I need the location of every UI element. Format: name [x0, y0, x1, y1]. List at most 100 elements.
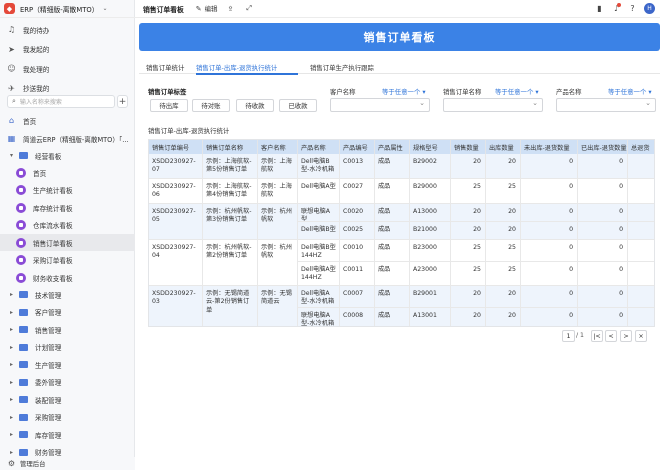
- table-cell: 0: [521, 286, 578, 308]
- dashboard-icon: [16, 167, 26, 178]
- filter-product-condition[interactable]: 等于任意一个 ▾: [608, 87, 652, 96]
- sidebar-item-board[interactable]: 库存统计看板: [0, 199, 135, 216]
- sidebar-item-folder[interactable]: ▸ 技术管理: [0, 286, 135, 303]
- sidebar-item-folder[interactable]: ▸ 生产管理: [0, 356, 135, 373]
- column-header[interactable]: 销售订单名称: [203, 140, 258, 154]
- sidebar-item-board[interactable]: 销售订单看板: [0, 234, 135, 251]
- fullscreen-button[interactable]: ⤢: [246, 4, 255, 13]
- table-cell: 示例：上海航软-第4份销售订单: [203, 179, 258, 204]
- chevron-right-icon: ▸: [10, 326, 14, 333]
- app-header[interactable]: ◆ ERP（精细版-离散MTO） ⌄: [0, 0, 135, 18]
- table-cell: C0008: [340, 308, 375, 326]
- book-icon[interactable]: ▮: [594, 3, 605, 14]
- sidebar-item-board[interactable]: 生产统计看板: [0, 182, 135, 199]
- column-header[interactable]: 未出库-退货数量: [521, 140, 578, 154]
- filter-customer-condition[interactable]: 等于任意一个 ▾: [382, 87, 426, 96]
- table-cell: 示例：上海航软-第5份销售订单: [203, 154, 258, 179]
- table-cell: 25: [451, 240, 486, 262]
- filter-order-label: 销售订单名称: [443, 88, 482, 96]
- sidebar-item-personal[interactable]: ☺ 我处理的: [0, 60, 135, 77]
- chevron-right-icon: ▸: [10, 378, 14, 386]
- tab-sales-stats[interactable]: 销售订单统计: [146, 63, 184, 72]
- close-button[interactable]: ×: [635, 330, 647, 342]
- sidebar-item-folder[interactable]: ▸ 计划管理: [0, 339, 135, 356]
- filter-paid-button[interactable]: 已收款: [279, 99, 317, 112]
- table-cell: [628, 286, 654, 308]
- sidebar-item-home[interactable]: ⌂ 首页: [0, 112, 135, 129]
- sidebar-item-board[interactable]: 首页: [0, 164, 135, 181]
- page-total: / 1: [576, 332, 584, 339]
- table-cell: 示例：上海航软: [258, 179, 298, 204]
- filter-customer-select[interactable]: [330, 98, 430, 112]
- first-page-button[interactable]: |<: [591, 330, 603, 342]
- table-cell: 20: [486, 154, 521, 179]
- sidebar-item-folder[interactable]: ▸ 采购管理: [0, 409, 135, 426]
- filter-order-select[interactable]: [443, 98, 543, 112]
- filter-pending-payment-button[interactable]: 待收款: [236, 99, 274, 112]
- share-button[interactable]: ⇪: [227, 5, 236, 13]
- add-button[interactable]: +: [117, 95, 128, 108]
- sidebar-item-board[interactable]: 采购订单看板: [0, 252, 135, 269]
- table-cell: A13001: [410, 308, 451, 326]
- column-header[interactable]: 出库数量: [486, 140, 521, 154]
- sidebar-item-personal[interactable]: ✈ 抄送我的: [0, 80, 135, 97]
- filter-pending-reconcile-button[interactable]: 待对账: [192, 99, 230, 112]
- sidebar-item-group[interactable]: ▾ 经营看板: [0, 147, 135, 164]
- column-header[interactable]: 产品编号: [340, 140, 375, 154]
- bell-icon: ♫: [7, 25, 16, 34]
- table-cell: 成品: [375, 262, 410, 286]
- sidebar-item-board[interactable]: 仓库流水看板: [0, 217, 135, 234]
- table-cell: 25: [486, 262, 521, 286]
- table-cell: Dell电脑B型: [298, 222, 340, 240]
- table-cell: C0025: [340, 222, 375, 240]
- sidebar-item-personal[interactable]: ♫ 我的待办: [0, 21, 135, 38]
- help-icon[interactable]: ?: [627, 3, 638, 14]
- tab-outbound-return-stats[interactable]: 销售订单-出库-退货执行统计: [196, 63, 277, 72]
- column-header[interactable]: 客户名称: [258, 140, 298, 154]
- sidebar-item-folder[interactable]: ▸ 库存管理: [0, 426, 135, 443]
- table-cell: 0: [578, 222, 628, 240]
- table-cell: B29000: [410, 179, 451, 204]
- chevron-right-icon: ▸: [10, 308, 14, 316]
- search-input[interactable]: ⌕ 输入名称来搜索: [7, 95, 115, 108]
- notification-badge: [617, 3, 621, 7]
- avatar[interactable]: H: [644, 3, 655, 14]
- sidebar-item-folder[interactable]: ▸ 委外管理: [0, 374, 135, 391]
- admin-link[interactable]: ⚙ 管理后台: [0, 457, 135, 470]
- dashboard-banner: 销售订单看板: [139, 23, 660, 51]
- sidebar-item-personal[interactable]: ➤ 我发起的: [0, 41, 135, 58]
- column-header[interactable]: 产品名称: [298, 140, 340, 154]
- filter-order-condition[interactable]: 等于任意一个 ▾: [495, 87, 539, 96]
- chevron-down-icon[interactable]: ⌄: [103, 5, 108, 12]
- column-header[interactable]: 销售订单编号: [149, 140, 203, 154]
- column-header[interactable]: 总退货: [628, 140, 654, 154]
- column-header[interactable]: 已出库-退货数量: [578, 140, 628, 154]
- table-cell: B23000: [410, 240, 451, 262]
- sidebar-item-folder[interactable]: ▸ 销售管理: [0, 321, 135, 338]
- next-page-button[interactable]: >: [620, 330, 632, 342]
- table-cell: 0: [578, 179, 628, 204]
- filter-product-select[interactable]: [556, 98, 656, 112]
- table-cell: C0010: [340, 240, 375, 262]
- sidebar-item-board[interactable]: 财务收支看板: [0, 269, 135, 286]
- edit-button[interactable]: ✎ 编辑: [195, 4, 218, 14]
- column-header[interactable]: 产品属性: [375, 140, 410, 154]
- pencil-icon: ✎: [195, 4, 202, 13]
- column-header[interactable]: 规格型号: [410, 140, 451, 154]
- tab-production-tracking[interactable]: 销售订单生产执行跟踪: [310, 63, 374, 72]
- page-number-input[interactable]: 1: [562, 330, 575, 342]
- sidebar-item-folder[interactable]: ▸ 客户管理: [0, 304, 135, 321]
- column-header[interactable]: 销售数量: [451, 140, 486, 154]
- table-cell: 示例：杭州帆软-第3份销售订单: [203, 204, 258, 240]
- table-cell: 20: [486, 286, 521, 308]
- table-cell: 20: [451, 308, 486, 326]
- table-cell: 0: [521, 240, 578, 262]
- topbar: 销售订单看板 ✎ 编辑 ⇪ ⤢: [135, 0, 660, 18]
- folder-icon: [19, 308, 28, 316]
- sidebar-item-project[interactable]: ▦ 简道云ERP（精细版-离散MTO）「...: [0, 130, 135, 147]
- prev-page-button[interactable]: <: [605, 330, 617, 342]
- table-cell: XSDD230927-04: [149, 240, 203, 286]
- sidebar-item-folder[interactable]: ▸ 装配管理: [0, 391, 135, 408]
- user-icon: ☺: [7, 64, 16, 73]
- filter-pending-outbound-button[interactable]: 待出库: [150, 99, 188, 112]
